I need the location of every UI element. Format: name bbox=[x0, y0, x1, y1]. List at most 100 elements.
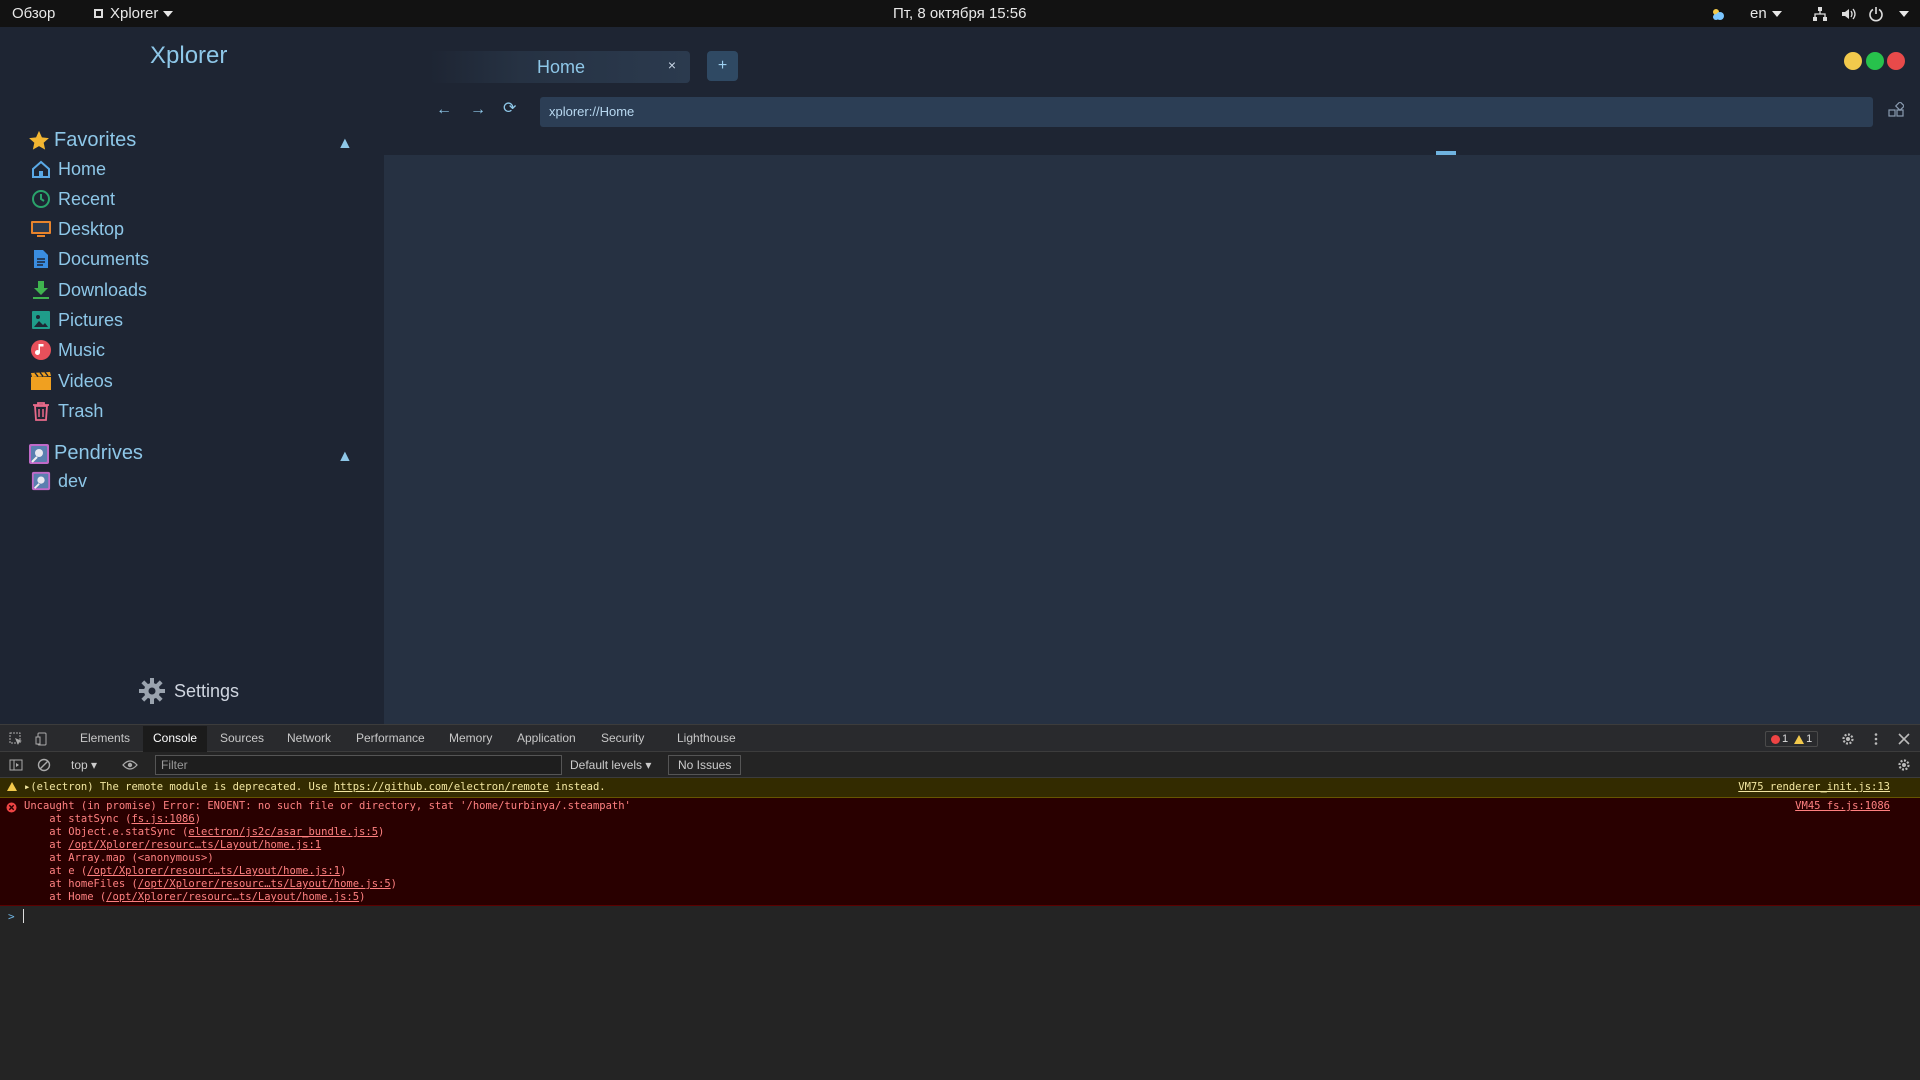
keyboard-layout-label: en bbox=[1750, 5, 1767, 22]
tab-elements[interactable]: Elements bbox=[80, 731, 130, 745]
clear-console-icon[interactable] bbox=[37, 758, 51, 772]
tab-network[interactable]: Network bbox=[287, 731, 331, 745]
back-button[interactable]: ← bbox=[436, 101, 452, 119]
layout-toggle-icon[interactable] bbox=[1888, 102, 1904, 118]
sidebar-item-desktop[interactable]: Desktop bbox=[30, 215, 124, 243]
sidebar-item-pictures[interactable]: Pictures bbox=[30, 306, 123, 334]
warning-count: 1 bbox=[1794, 732, 1812, 746]
address-bar[interactable]: xplorer://Home bbox=[540, 97, 1873, 127]
stack-frame-link[interactable]: /opt/Xplorer/resourc…ts/Layout/home.js:5 bbox=[138, 878, 391, 890]
device-toolbar-icon[interactable] bbox=[35, 732, 49, 746]
settings-button[interactable]: Settings bbox=[138, 677, 239, 705]
sidebar-item-videos[interactable]: Videos bbox=[30, 367, 113, 395]
close-window-button[interactable] bbox=[1887, 52, 1905, 70]
tab-sources[interactable]: Sources bbox=[220, 731, 264, 745]
error-count-value: 1 bbox=[1782, 733, 1789, 745]
system-top-bar: Обзор Xplorer Пт, 8 октября 15:56 en bbox=[0, 0, 1920, 27]
system-menu-chevron-icon[interactable] bbox=[1899, 11, 1909, 17]
sidebar-item-label: Desktop bbox=[58, 218, 125, 239]
stack-frame-link[interactable]: /opt/Xplorer/resourc…ts/Layout/home.js:5 bbox=[106, 891, 359, 903]
issues-button[interactable]: No Issues bbox=[668, 755, 742, 775]
close-devtools-icon[interactable] bbox=[1897, 732, 1911, 746]
music-icon bbox=[30, 339, 52, 361]
tab-memory[interactable]: Memory bbox=[449, 731, 492, 745]
stack-frame-text: at Array.map (<anonymous>) bbox=[24, 852, 214, 864]
sidebar-item-trash[interactable]: Trash bbox=[30, 397, 103, 425]
log-levels-dropdown[interactable]: Default levels ▾ bbox=[570, 758, 651, 772]
reload-button[interactable]: ⟳ bbox=[503, 98, 516, 118]
stack-frame-text: ) bbox=[340, 865, 347, 877]
tab-performance[interactable]: Performance bbox=[356, 731, 425, 745]
sidebar-toggle-icon[interactable] bbox=[9, 758, 23, 772]
console-error-message[interactable]: Uncaught (in promise) Error: ENOENT: no … bbox=[0, 798, 1920, 906]
console-input[interactable] bbox=[23, 909, 24, 923]
weather-icon[interactable] bbox=[1710, 6, 1726, 22]
new-tab-button[interactable]: + bbox=[707, 51, 738, 81]
tab-application[interactable]: Application bbox=[517, 731, 576, 745]
stack-frame: at Object.e.statSync (electron/js2c/asar… bbox=[24, 826, 384, 838]
stack-frame-text: ) bbox=[359, 891, 366, 903]
tab-home[interactable]: Home × bbox=[430, 51, 690, 83]
error-source-link[interactable]: VM45 fs.js:1086 bbox=[1795, 800, 1890, 812]
app-menu[interactable]: Xplorer bbox=[93, 0, 174, 27]
issues-counter[interactable]: 1 1 bbox=[1765, 731, 1819, 747]
stack-frame-text: ) bbox=[378, 826, 385, 838]
sidebar-item-label: Documents bbox=[58, 248, 150, 269]
sidebar-item-downloads[interactable]: Downloads bbox=[30, 276, 147, 304]
tab-lighthouse[interactable]: Lighthouse bbox=[677, 731, 736, 745]
stack-frame-text: at statSync ( bbox=[24, 813, 132, 825]
file-view-panel[interactable] bbox=[384, 155, 1920, 724]
devtools-settings-icon[interactable] bbox=[1841, 732, 1855, 746]
pendrives-collapse-toggle[interactable]: ▲ bbox=[337, 448, 353, 466]
sidebar-item-documents[interactable]: Documents bbox=[30, 245, 149, 273]
inspect-element-icon[interactable] bbox=[9, 732, 23, 746]
home-icon bbox=[30, 158, 52, 180]
stack-frame-link[interactable]: fs.js:1086 bbox=[131, 813, 194, 825]
filter-input[interactable]: Filter bbox=[155, 755, 562, 775]
sidebar-item-music[interactable]: Music bbox=[30, 336, 105, 364]
power-icon[interactable] bbox=[1868, 6, 1884, 22]
stack-frame: at /opt/Xplorer/resourc…ts/Layout/home.j… bbox=[24, 839, 321, 851]
warning-link[interactable]: https://github.com/electron/remote bbox=[334, 781, 549, 793]
context-selector[interactable]: top ▾ bbox=[71, 758, 97, 772]
sidebar-item-home[interactable]: Home bbox=[30, 155, 106, 183]
stack-frame-text: at homeFiles ( bbox=[24, 878, 138, 890]
stack-frame-link[interactable]: /opt/Xplorer/resourc…ts/Layout/home.js:1 bbox=[68, 839, 321, 851]
close-tab-icon[interactable]: × bbox=[668, 57, 676, 73]
log-levels-label: Default levels bbox=[570, 758, 643, 772]
favorites-collapse-toggle[interactable]: ▲ bbox=[337, 135, 353, 153]
more-options-icon[interactable] bbox=[1869, 732, 1883, 746]
sidebar-item-label: Music bbox=[58, 339, 106, 360]
stack-frame: at homeFiles (/opt/Xplorer/resourc…ts/La… bbox=[24, 878, 397, 890]
network-icon[interactable] bbox=[1812, 6, 1828, 22]
pictures-icon bbox=[30, 309, 52, 331]
console-warning-message[interactable]: ▸(electron) The remote module is depreca… bbox=[0, 778, 1920, 798]
console-toolbar: top ▾ Filter Default levels ▾ No Issues bbox=[0, 752, 1920, 778]
stack-frame-link[interactable]: electron/js2c/asar_bundle.js:5 bbox=[188, 826, 378, 838]
sidebar-item-dev[interactable]: dev bbox=[30, 467, 87, 495]
clock[interactable]: Пт, 8 октября 15:56 bbox=[893, 0, 1027, 27]
gear-icon bbox=[139, 678, 165, 704]
loading-indicator bbox=[1436, 151, 1456, 155]
activities-button[interactable]: Обзор bbox=[12, 0, 55, 27]
downloads-icon bbox=[30, 279, 52, 301]
forward-button[interactable]: → bbox=[470, 101, 486, 119]
stack-frame-text: ) bbox=[194, 813, 202, 825]
sidebar-item-recent[interactable]: Recent bbox=[30, 185, 115, 213]
eye-icon[interactable] bbox=[122, 758, 138, 772]
context-selector-label: top bbox=[71, 758, 88, 772]
maximize-button[interactable] bbox=[1866, 52, 1884, 70]
favorites-heading[interactable]: Favorites bbox=[28, 129, 136, 152]
stack-frame-link[interactable]: /opt/Xplorer/resourc…ts/Layout/home.js:1 bbox=[87, 865, 340, 877]
warning-source-link[interactable]: VM75 renderer_init.js:13 bbox=[1738, 778, 1890, 797]
console-settings-icon[interactable] bbox=[1897, 758, 1911, 772]
keyboard-layout[interactable]: en bbox=[1750, 0, 1782, 27]
pendrives-heading[interactable]: Pendrives bbox=[28, 442, 143, 465]
volume-icon[interactable] bbox=[1840, 6, 1856, 22]
warning-icon bbox=[1794, 734, 1805, 744]
pendrives-heading-label: Pendrives bbox=[54, 442, 143, 464]
tab-security[interactable]: Security bbox=[601, 731, 644, 745]
tab-console[interactable]: Console bbox=[143, 726, 208, 752]
minimize-button[interactable] bbox=[1844, 52, 1862, 70]
error-text: Uncaught (in promise) Error: ENOENT: no … bbox=[24, 800, 631, 812]
